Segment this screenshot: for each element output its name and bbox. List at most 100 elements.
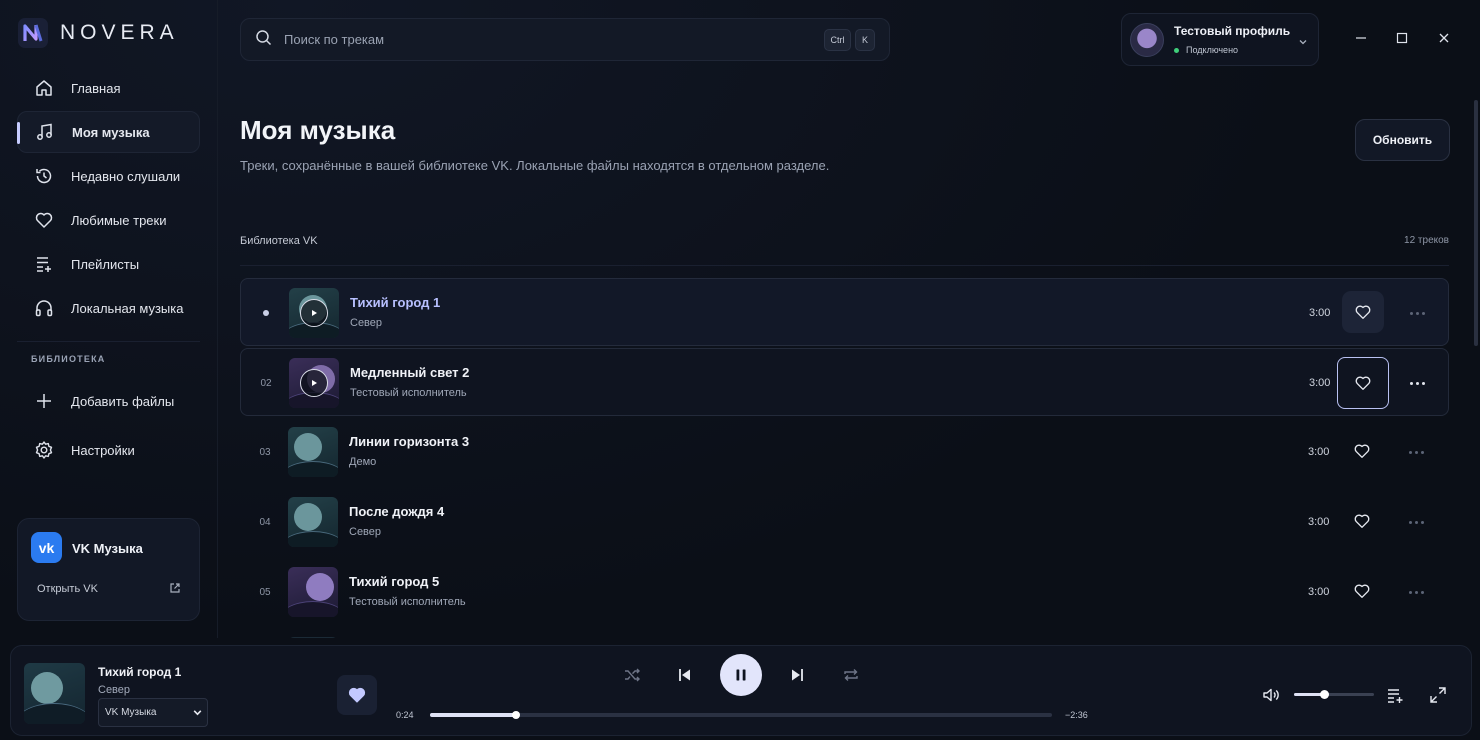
search-bar[interactable]: Ctrl K: [240, 18, 890, 61]
vk-logo-icon: vk: [31, 532, 62, 563]
vk-card-title: VK Музыка: [72, 541, 143, 556]
track-title[interactable]: Линии горизонта 3: [349, 434, 469, 449]
pause-button[interactable]: [720, 654, 762, 696]
search-input[interactable]: [284, 32, 784, 47]
nav-item-local-music[interactable]: Локальная музыка: [17, 287, 200, 329]
volume-button[interactable]: [1258, 682, 1284, 708]
source-select-value: VK Музыка: [105, 707, 157, 718]
more-options-button[interactable]: [1405, 373, 1429, 393]
nav-item-playlists[interactable]: Плейлисты: [17, 243, 200, 285]
track-artist[interactable]: Тестовый исполнитель: [349, 596, 466, 608]
nav-item-label: Плейлисты: [71, 256, 140, 272]
next-button[interactable]: [784, 662, 810, 688]
plus-icon: [33, 390, 55, 412]
minimize-button[interactable]: [1351, 28, 1371, 48]
nav-item-add-files[interactable]: Добавить файлы: [17, 380, 200, 422]
more-options-button[interactable]: [1404, 512, 1428, 532]
track-row[interactable]: Тихий город 1 Север 3:00: [240, 278, 1449, 346]
page-subtitle: Треки, сохранённые в вашей библиотеке VK…: [240, 158, 830, 173]
nav-item-label: Любимые треки: [71, 212, 167, 228]
track-row[interactable]: 03 Линии горизонта 3 Демо 3:00: [240, 418, 1449, 486]
nav-item-label: Настройки: [71, 442, 135, 458]
track-duration: 3:00: [1308, 516, 1330, 528]
volume-handle[interactable]: [1319, 690, 1329, 699]
chevron-down-icon: [1298, 34, 1308, 52]
external-link-icon[interactable]: [169, 581, 181, 599]
track-artist[interactable]: Север: [350, 317, 382, 329]
track-duration: 3:00: [1308, 586, 1330, 598]
track-number: 03: [259, 446, 271, 458]
more-options-button[interactable]: [1404, 442, 1428, 462]
track-cover: [288, 567, 338, 617]
like-button[interactable]: [1341, 430, 1383, 472]
nav-item-favorites[interactable]: Любимые треки: [17, 199, 200, 241]
volume-slider[interactable]: [1294, 690, 1374, 699]
track-row[interactable]: 02 Медленный свет 2 Тестовый исполнитель…: [240, 348, 1449, 416]
fullscreen-button[interactable]: [1425, 682, 1451, 708]
shortcut-key-k: K: [855, 29, 875, 51]
scrollbar[interactable]: [1474, 100, 1478, 346]
nav-item-label: Локальная музыка: [71, 300, 184, 316]
more-options-button[interactable]: [1405, 303, 1429, 323]
like-button[interactable]: [1341, 500, 1383, 542]
track-title[interactable]: Тихий город 5: [349, 574, 439, 589]
track-number: 04: [259, 516, 271, 528]
now-playing-title[interactable]: Тихий город 1: [98, 665, 181, 679]
like-button[interactable]: [337, 675, 377, 715]
nav-item-home[interactable]: Главная: [17, 67, 200, 109]
queue-button[interactable]: [1382, 682, 1408, 708]
avatar: [1130, 23, 1164, 57]
open-vk-link[interactable]: Открыть VK: [37, 583, 98, 595]
now-playing-cover: [24, 663, 85, 724]
vk-music-card: vk VK Музыка Открыть VK: [17, 518, 200, 621]
track-cover-partial: [288, 637, 338, 638]
app-logo[interactable]: NOVERA: [18, 18, 179, 48]
like-button[interactable]: [1341, 570, 1383, 612]
nav-item-label: Добавить файлы: [71, 393, 175, 409]
track-title[interactable]: После дождя 4: [349, 504, 444, 519]
refresh-button[interactable]: Обновить: [1355, 119, 1450, 161]
track-row[interactable]: 05 Тихий город 5 Тестовый исполнитель 3:…: [240, 558, 1449, 626]
progress-fill: [430, 713, 516, 717]
search-icon: [255, 29, 272, 51]
play-icon[interactable]: [300, 369, 328, 397]
track-artist[interactable]: Тестовый исполнитель: [350, 387, 467, 399]
progress-handle[interactable]: [511, 711, 520, 719]
heart-icon: [1355, 376, 1371, 390]
progress-slider[interactable]: [430, 711, 1052, 719]
track-row[interactable]: 04 После дождя 4 Север 3:00: [240, 488, 1449, 556]
track-duration: 3:00: [1309, 377, 1331, 389]
nav-item-settings[interactable]: Настройки: [17, 429, 200, 471]
heart-filled-icon: [348, 687, 366, 703]
shuffle-button[interactable]: [619, 662, 645, 688]
like-button[interactable]: [1337, 357, 1389, 409]
player-bar: Тихий город 1 Север VK Музыка 0:24 −2:36: [10, 645, 1472, 736]
track-list: Тихий город 1 Север 3:00 02 Медленный св…: [240, 278, 1449, 638]
main-nav: Главная Моя музыка Недавно слушали Любим…: [17, 67, 200, 331]
repeat-button[interactable]: [838, 662, 864, 688]
nav-item-label: Главная: [71, 80, 121, 96]
profile-status: Подключено: [1186, 45, 1239, 55]
section-label-library: БИБЛИОТЕКА: [31, 354, 106, 364]
status-indicator: [1174, 48, 1179, 53]
track-title[interactable]: Медленный свет 2: [350, 365, 469, 380]
track-title[interactable]: Тихий город 1: [350, 295, 440, 310]
track-artist[interactable]: Север: [349, 526, 381, 538]
maximize-button[interactable]: [1392, 28, 1412, 48]
headphones-icon: [33, 297, 55, 319]
close-button[interactable]: [1434, 28, 1454, 48]
library-divider: [240, 265, 1449, 266]
play-icon[interactable]: [300, 299, 328, 327]
previous-button[interactable]: [672, 662, 698, 688]
source-select[interactable]: VK Музыка: [98, 698, 208, 727]
time-remaining: −2:36: [1065, 710, 1088, 720]
nav-item-recent[interactable]: Недавно слушали: [17, 155, 200, 197]
like-button[interactable]: [1342, 291, 1384, 333]
repeat-icon: [844, 669, 858, 681]
history-icon: [33, 165, 55, 187]
profile-menu[interactable]: Тестовый профиль Подключено: [1121, 13, 1319, 66]
now-playing-artist[interactable]: Север: [98, 684, 130, 696]
track-artist[interactable]: Демо: [349, 456, 376, 468]
nav-item-my-music[interactable]: Моя музыка: [17, 111, 200, 153]
more-options-button[interactable]: [1404, 582, 1428, 602]
